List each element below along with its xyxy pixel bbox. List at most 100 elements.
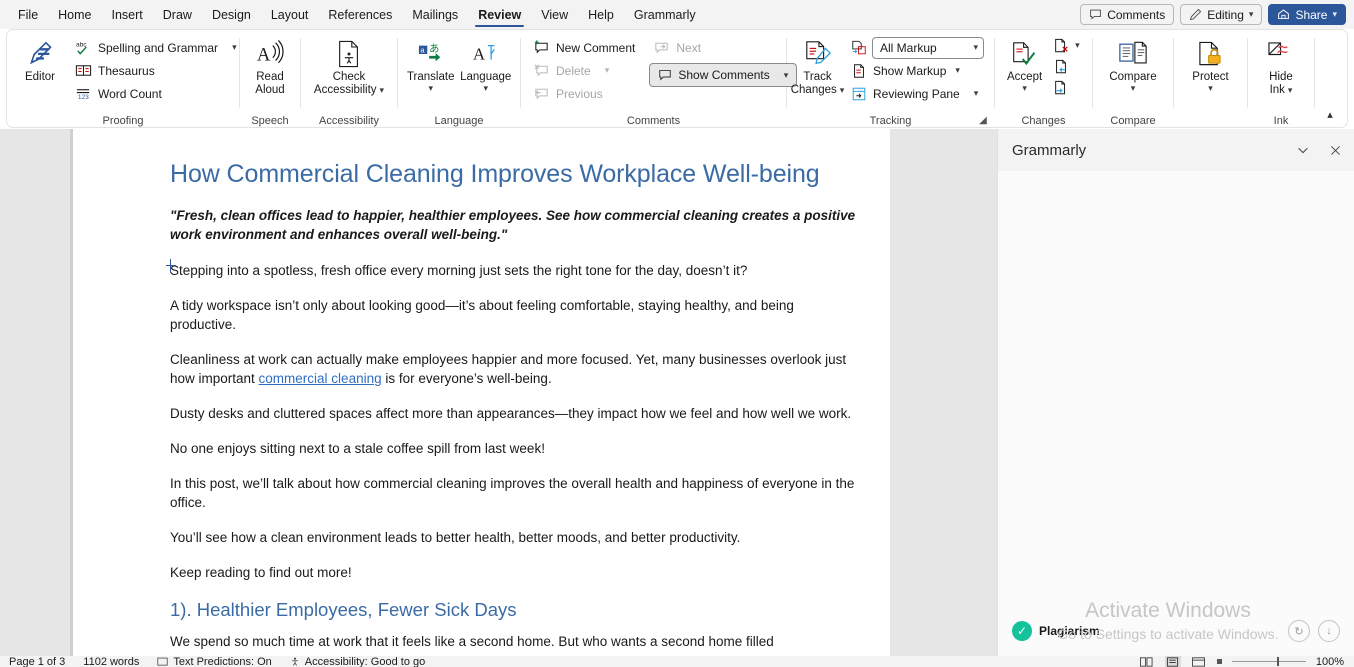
check-accessibility-label-2: Accessibility [313,84,377,96]
download-icon[interactable]: ↓ [1318,620,1340,642]
collapse-ribbon-button[interactable]: ▴ [1321,105,1339,123]
group-label-compare: Compare [1110,115,1156,127]
tab-review-label: Review [478,7,522,22]
new-comment-button[interactable]: New Comment [529,36,639,59]
grammarly-pane-actions [1292,139,1346,161]
word-count-button[interactable]: 123 Word Count [71,82,241,105]
share-button-label: Share [1295,7,1328,22]
chevron-down-icon[interactable]: ▾ [1075,41,1080,50]
tab-insert[interactable]: Insert [102,0,153,29]
zoom-slider-thumb[interactable] [1276,657,1279,666]
compare-button[interactable]: Compare ▾ [1103,34,1162,96]
print-layout-view-button[interactable] [1164,656,1181,667]
comments-button[interactable]: Comments [1080,4,1175,25]
protect-button[interactable]: Protect ▾ [1186,34,1234,96]
show-comments-button[interactable]: Show Comments ▾ [649,63,798,87]
document-paragraph: Stepping into a spotless, fresh office e… [170,263,748,278]
paragraph-text-after-link: is for everyone’s well-being. [381,371,552,386]
refresh-icon[interactable]: ↻ [1288,620,1310,642]
delete-comment-button[interactable]: Delete ▾ [529,59,639,82]
status-accessibility[interactable]: Accessibility: Good to go [281,656,434,667]
track-changes-label-2: Changes [790,84,837,96]
status-word-count[interactable]: 1102 words [74,656,148,667]
tab-references-label: References [328,7,393,22]
previous-comment-button[interactable]: Previous [529,82,639,105]
tab-layout[interactable]: Layout [261,0,319,29]
web-layout-view-button[interactable] [1191,656,1207,667]
tab-grammarly[interactable]: Grammarly [624,0,706,29]
tab-insert-label: Insert [111,7,143,22]
zoom-out-button[interactable] [1216,659,1222,664]
share-button[interactable]: Share ▾ [1268,4,1346,25]
chevron-down-icon[interactable]: ▾ [974,89,979,98]
previous-comment-icon [533,85,550,102]
reviewing-pane-button[interactable]: Reviewing Pane ▾ [846,82,988,105]
hide-ink-button[interactable]: Hide Ink ▾ [1258,34,1304,100]
check-circle-icon: ✓ [1012,621,1032,641]
thesaurus-button[interactable]: Thesaurus [71,59,241,82]
track-changes-button[interactable]: Track Changes ▾ [790,34,845,100]
word-count-icon: 123 [75,85,92,102]
commercial-cleaning-link[interactable]: commercial cleaning [259,371,382,386]
chevron-down-icon[interactable]: ▾ [380,86,385,95]
hide-ink-label-2: Ink [1269,84,1285,96]
chevron-down-icon[interactable]: ▾ [232,43,237,52]
chevron-down-icon[interactable]: ▾ [605,66,610,75]
chevron-down-icon[interactable]: ▾ [955,66,960,75]
tab-references[interactable]: References [318,0,402,29]
chevron-down-icon[interactable]: ▾ [483,84,488,93]
tab-review[interactable]: Review [468,0,531,29]
plagiarism-status[interactable]: ✓ Plagiarism [1012,621,1100,641]
show-markup-button[interactable]: Show Markup ▾ [846,59,988,82]
tab-grammarly-label: Grammarly [633,7,696,22]
read-mode-view-button[interactable] [1139,656,1155,667]
status-accessibility-label: Accessibility: Good to go [304,656,426,667]
editing-mode-button[interactable]: Editing ▾ [1180,4,1263,25]
document-page[interactable]: How Commercial Cleaning Improves Workpla… [73,129,890,656]
status-page-number[interactable]: Page 1 of 3 [0,656,74,667]
read-aloud-button[interactable]: A Read Aloud [247,34,293,100]
previous-change-button[interactable] [1048,56,1084,77]
chevron-down-icon[interactable]: ▾ [428,84,433,93]
tab-help[interactable]: Help [578,0,624,29]
tab-design[interactable]: Design [202,0,261,29]
tab-mailings[interactable]: Mailings [402,0,468,29]
chevron-down-icon[interactable]: ▾ [840,86,845,95]
chevron-down-icon[interactable]: ▾ [1131,84,1136,93]
status-text-predictions[interactable]: Text Predictions: On [148,656,280,667]
chevron-down-icon[interactable]: ▾ [1022,84,1027,93]
zoom-level-label[interactable]: 100% [1316,656,1344,667]
document-paragraph: A tidy workspace isn’t only about lookin… [170,298,794,332]
zoom-slider[interactable] [1231,657,1306,666]
editor-button[interactable]: Editor [17,34,63,87]
margin-marker-horizontal [166,265,176,266]
ribbon-group-comments: New Comment Delete ▾ Previous Next Show … [521,30,798,129]
group-label-ink: Ink [1273,115,1289,127]
next-comment-button[interactable]: Next [649,36,797,59]
tracking-dialog-launcher[interactable]: ◢ [976,113,990,127]
spelling-and-grammar-button[interactable]: abc Spelling and Grammar ▾ [71,36,241,59]
accept-button[interactable]: Accept ▾ [1001,34,1048,96]
ribbon-group-language: a あ Translate ▾ A Language ▾ Language [398,30,520,129]
ribbon: Editor abc Spelling and Grammar ▾ Thesau… [6,29,1348,128]
language-button[interactable]: A Language ▾ [457,34,514,96]
reject-change-button[interactable]: ▾ [1048,35,1084,56]
translate-button[interactable]: a あ Translate ▾ [404,34,457,96]
grammarly-pane-body[interactable]: ✓ Plagiarism ↻ ↓ [998,171,1354,656]
ribbon-group-proofing: Editor abc Spelling and Grammar ▾ Thesau… [7,30,239,129]
compare-icon [1118,37,1148,71]
next-change-button[interactable] [1048,77,1084,98]
chevron-down-icon[interactable]: ▾ [1208,84,1213,93]
tab-draw[interactable]: Draw [153,0,202,29]
tab-file[interactable]: File [8,0,48,29]
tab-view[interactable]: View [531,0,578,29]
tab-home[interactable]: Home [48,0,101,29]
chevron-down-icon[interactable] [1292,139,1314,161]
group-label-comments: Comments [626,115,681,127]
close-icon[interactable] [1324,139,1346,161]
markup-display-select[interactable]: All Markup ▾ [872,36,984,59]
next-comment-icon [653,39,670,56]
document-body[interactable]: How Commercial Cleaning Improves Workpla… [73,129,890,656]
check-accessibility-button[interactable]: Check Accessibility ▾ [308,34,390,100]
chevron-down-icon[interactable]: ▾ [1288,86,1293,95]
